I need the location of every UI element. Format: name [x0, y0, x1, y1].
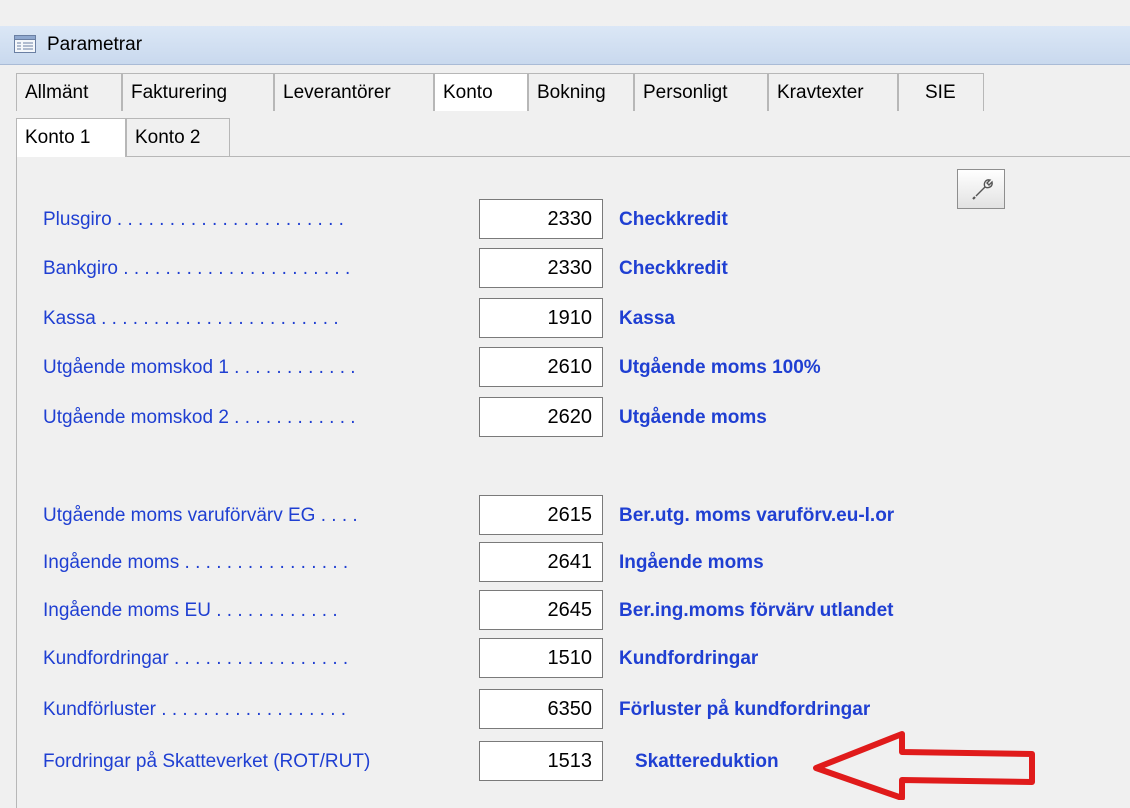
account-label: Utgående momskod 2 . . . . . . . . . . .… [43, 407, 356, 428]
account-number-input[interactable]: 1510 [479, 638, 603, 678]
settings-button[interactable] [957, 169, 1005, 209]
account-label: Plusgiro . . . . . . . . . . . . . . . .… [43, 209, 344, 230]
account-number-input[interactable]: 1513 [479, 741, 603, 781]
account-label: Fordringar på Skatteverket (ROT/RUT) [43, 751, 371, 772]
account-label: Kundfordringar . . . . . . . . . . . . .… [43, 648, 349, 669]
list-window-icon [14, 35, 36, 53]
tab-fakturering[interactable]: Fakturering [122, 73, 274, 111]
account-label: Kundförluster . . . . . . . . . . . . . … [43, 699, 347, 720]
account-label: Kassa . . . . . . . . . . . . . . . . . … [43, 308, 339, 329]
account-description: Ber.utg. moms varuförv.eu-l.or [619, 505, 895, 526]
account-description: Checkkredit [619, 258, 728, 279]
account-label: Utgående moms varuförvärv EG . . . . [43, 505, 358, 526]
parametrar-window: Parametrar Allmänt Fakturering Leverantö… [0, 0, 1130, 808]
account-number-input[interactable]: 2615 [479, 495, 603, 535]
account-description: Skattereduktion [635, 751, 779, 772]
tab-konto-2[interactable]: Konto 2 [126, 118, 230, 156]
account-number-input[interactable]: 6350 [479, 689, 603, 729]
annotation-arrow [810, 730, 1040, 801]
account-number-input[interactable]: 2330 [479, 199, 603, 239]
tab-allmant[interactable]: Allmänt [16, 73, 122, 111]
title-bar: Parametrar [0, 26, 1130, 65]
account-label: Bankgiro . . . . . . . . . . . . . . . .… [43, 258, 351, 279]
sub-tab-row: Konto 1 Konto 2 [0, 118, 400, 157]
account-number-input[interactable]: 2610 [479, 347, 603, 387]
account-number-input[interactable]: 1910 [479, 298, 603, 338]
konto-panel: Plusgiro . . . . . . . . . . . . . . . .… [16, 156, 1130, 808]
account-description: Utgående moms [619, 407, 767, 428]
tab-konto[interactable]: Konto [434, 73, 528, 111]
account-number-input[interactable]: 2620 [479, 397, 603, 437]
account-description: Förluster på kundfordringar [619, 699, 871, 720]
account-label: Utgående momskod 1 . . . . . . . . . . .… [43, 357, 356, 378]
main-tab-row: Allmänt Fakturering Leverantörer Konto B… [0, 73, 1130, 111]
tab-kravtexter[interactable]: Kravtexter [768, 73, 898, 111]
account-description: Kundfordringar [619, 648, 759, 669]
account-label: Ingående moms . . . . . . . . . . . . . … [43, 552, 349, 573]
account-description: Kassa [619, 308, 675, 329]
account-description: Checkkredit [619, 209, 728, 230]
account-number-input[interactable]: 2330 [479, 248, 603, 288]
window-title: Parametrar [47, 34, 143, 55]
wrench-icon [958, 179, 1004, 212]
tab-bokning[interactable]: Bokning [528, 73, 634, 111]
account-number-input[interactable]: 2641 [479, 542, 603, 582]
tab-leverantorer[interactable]: Leverantörer [274, 73, 434, 111]
account-description: Ingående moms [619, 552, 764, 573]
tab-personligt[interactable]: Personligt [634, 73, 768, 111]
tab-sie[interactable]: SIE [898, 73, 984, 111]
tab-konto-1[interactable]: Konto 1 [16, 118, 126, 157]
account-description: Utgående moms 100% [619, 357, 821, 378]
account-number-input[interactable]: 2645 [479, 590, 603, 630]
account-label: Ingående moms EU . . . . . . . . . . . . [43, 600, 338, 621]
account-description: Ber.ing.moms förvärv utlandet [619, 600, 894, 621]
